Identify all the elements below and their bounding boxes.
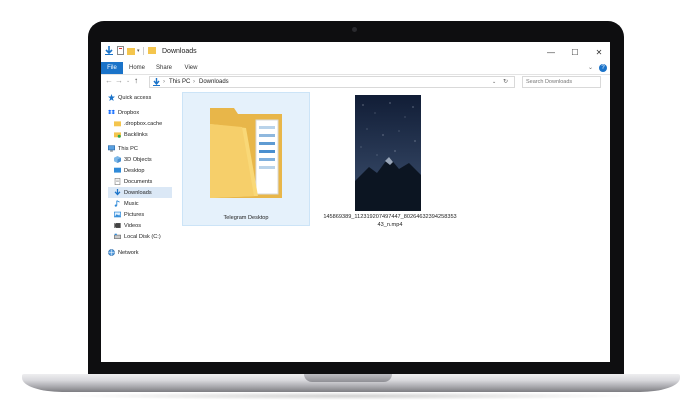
tab-share[interactable]: Share (154, 62, 174, 74)
down-arrow-icon[interactable] (105, 46, 113, 55)
laptop-notch (304, 374, 392, 382)
address-row: ← → ⌄ ↑ › This PC › Downloads ⌄ ↻ Search… (101, 75, 610, 89)
downloads-icon (114, 189, 121, 196)
sidebar-item-videos[interactable]: Videos (114, 220, 141, 231)
sidebar-item-desktop[interactable]: Desktop (114, 165, 145, 176)
sidebar-item-music[interactable]: Music (114, 198, 139, 209)
pictures-icon (114, 211, 121, 218)
up-button[interactable]: ↑ (134, 76, 138, 85)
maximize-button[interactable]: ☐ (563, 45, 587, 59)
file-explorer-window: ▾ Downloads — ☐ ✕ File Home Share View ⌄… (101, 42, 610, 362)
address-dropdown-icon[interactable]: ⌄ (492, 77, 496, 87)
file-name-continued: 43_n.mp4 (377, 222, 403, 228)
file-name: 145869389_11231920749744​7_8026463239425… (323, 214, 457, 220)
sidebar-item-label: 3D Objects (124, 156, 152, 163)
navigation-pane: Quick access Dropbox .dropbox.cache Back… (101, 92, 173, 362)
ribbon-expand-icon[interactable]: ⌄ (588, 64, 593, 71)
sidebar-item-label: Music (124, 200, 139, 207)
refresh-icon[interactable]: ↻ (503, 77, 508, 87)
sidebar-item-quick-access[interactable]: Quick access (108, 92, 151, 103)
sidebar-item-label: .dropbox.cache (124, 120, 163, 127)
sidebar-item-pictures[interactable]: Pictures (114, 209, 144, 220)
properties-icon[interactable] (117, 46, 124, 55)
sidebar-item-label: Backlinks (124, 131, 148, 138)
minimize-button[interactable]: — (539, 45, 563, 59)
sidebar-item-documents[interactable]: Documents (114, 176, 152, 187)
sidebar-item-label: Documents (124, 178, 153, 185)
search-input[interactable]: Search Downloads (522, 76, 601, 88)
quick-access-toolbar: ▾ (105, 46, 156, 55)
downloads-icon (153, 78, 160, 86)
laptop-shadow (60, 392, 640, 400)
webcam (352, 27, 357, 32)
sidebar-item-local-disk[interactable]: Local Disk (C:) (114, 231, 161, 242)
folder-icon (114, 121, 121, 127)
tab-view[interactable]: View (181, 62, 201, 74)
star-icon (108, 94, 115, 101)
list-item-video[interactable]: 145869389_11231920749744​7_8026463239425… (323, 92, 457, 232)
tab-home[interactable]: Home (127, 62, 147, 74)
videos-icon (114, 223, 121, 228)
sidebar-item-label: Dropbox (118, 109, 140, 116)
list-item-telegram-desktop[interactable]: Telegram Desktop (182, 92, 310, 226)
sidebar-item-label: Pictures (124, 211, 145, 218)
breadcrumb-this-pc[interactable]: This PC (169, 77, 190, 87)
back-button[interactable]: ← (105, 76, 113, 85)
file-list: Telegram Desktop 145869389_1123192074974… (179, 92, 610, 362)
sidebar-item-network[interactable]: Network (108, 247, 139, 258)
breadcrumb-separator: › (193, 79, 195, 85)
new-folder-icon[interactable] (127, 47, 135, 55)
folder-icon (210, 108, 282, 198)
tab-file[interactable]: File (101, 62, 123, 74)
sidebar-item-label: Quick access (118, 94, 152, 101)
help-icon[interactable]: ? (599, 64, 607, 72)
sidebar-item-label: Videos (124, 222, 142, 229)
sidebar-item-label: Downloads (124, 189, 152, 196)
documents-icon (114, 178, 121, 185)
file-name: Telegram Desktop (223, 215, 269, 221)
forward-button[interactable]: → (115, 76, 123, 85)
sidebar-item-3d-objects[interactable]: 3D Objects (114, 154, 152, 165)
desktop-icon (114, 167, 121, 173)
recent-locations-icon[interactable]: ⌄ (126, 78, 130, 84)
ribbon-tabs: File Home Share View ⌄ ? (101, 62, 610, 75)
sidebar-item-dropbox[interactable]: Dropbox (108, 107, 139, 118)
sidebar-item-backlinks[interactable]: Backlinks (114, 129, 148, 140)
title-bar: ▾ Downloads — ☐ ✕ (101, 42, 610, 62)
sidebar-item-dropbox-cache[interactable]: .dropbox.cache (114, 118, 162, 129)
disk-icon (114, 233, 121, 239)
folder-green-icon (114, 132, 121, 138)
address-bar[interactable]: › This PC › Downloads ⌄ ↻ (149, 76, 515, 88)
video-thumbnail-icon (355, 95, 421, 211)
sidebar-item-label: Network (118, 249, 139, 256)
qa-dropdown-icon[interactable]: ▾ (137, 48, 140, 54)
folder-icon (147, 47, 156, 54)
breadcrumb-separator: › (163, 79, 165, 85)
music-icon (114, 200, 120, 207)
sidebar-item-label: Desktop (124, 167, 145, 174)
computer-icon (108, 145, 115, 152)
close-button[interactable]: ✕ (587, 45, 610, 59)
dropbox-icon (108, 109, 115, 115)
network-icon (108, 249, 115, 256)
window-title: Downloads (162, 48, 197, 55)
sidebar-item-this-pc[interactable]: This PC (108, 143, 138, 154)
3d-objects-icon (114, 156, 121, 163)
sidebar-item-label: This PC (118, 145, 138, 152)
breadcrumb-downloads[interactable]: Downloads (199, 77, 229, 87)
sidebar-item-downloads[interactable]: Downloads (108, 187, 172, 198)
sidebar-item-label: Local Disk (C:) (124, 233, 161, 240)
